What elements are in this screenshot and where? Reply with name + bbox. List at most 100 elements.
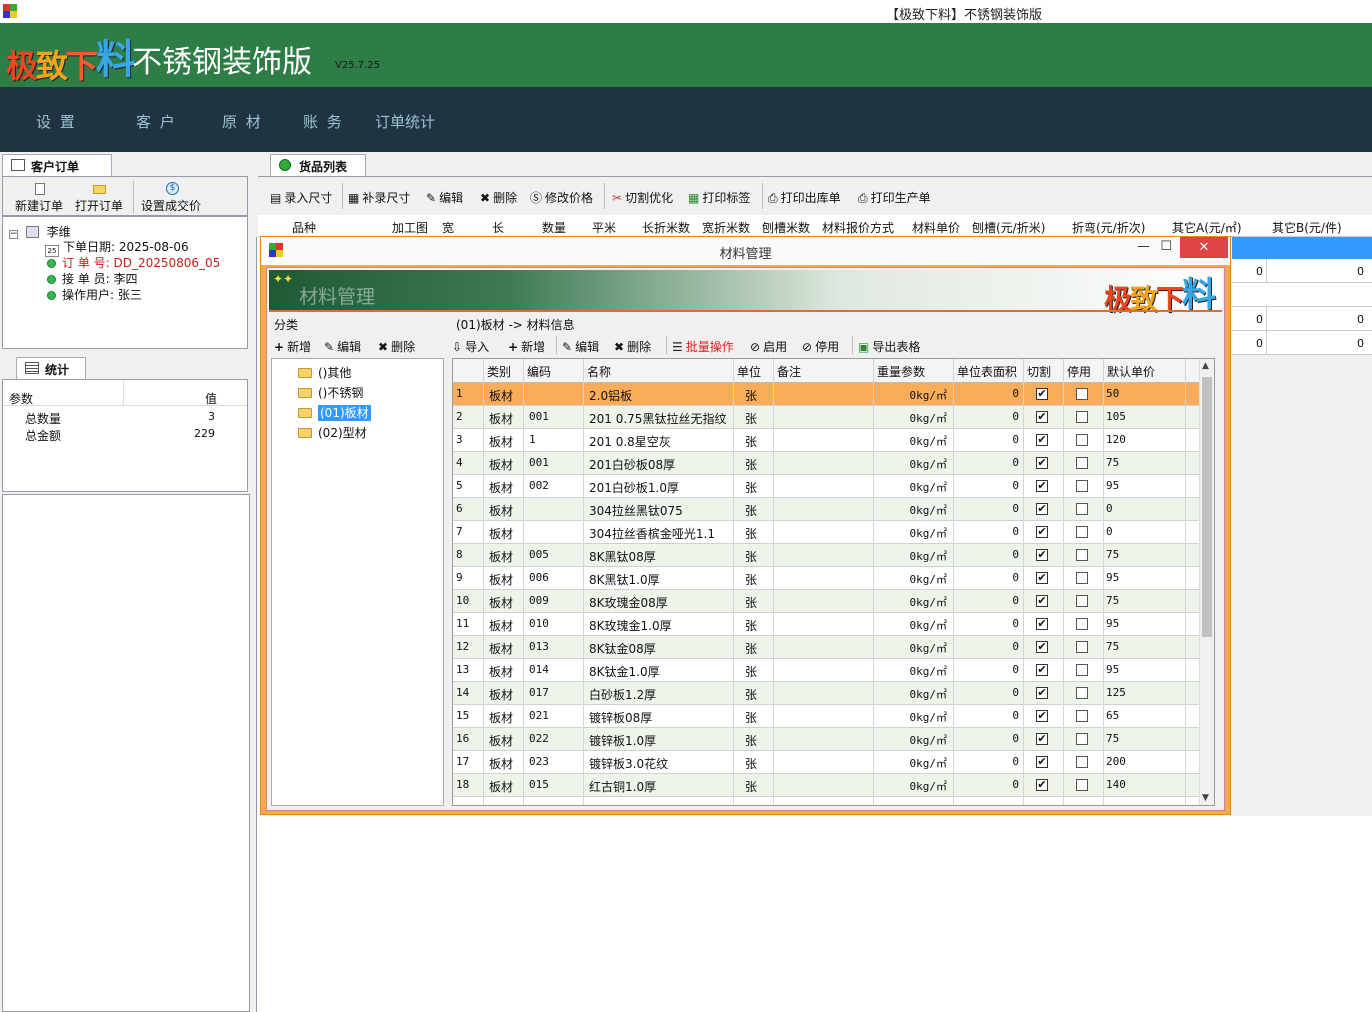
table-row[interactable]: 0 0 (1232, 259, 1372, 283)
cut-checkbox[interactable]: ✔ (1036, 710, 1048, 722)
category-item-sheet[interactable]: (01)板材 (296, 403, 373, 422)
supplement-size-button[interactable]: ▦ 补录尺寸 (348, 189, 410, 206)
cut-optimize-button[interactable]: ✂ 切割优化 (612, 189, 673, 206)
print-label-button[interactable]: ▦ 打印标签 (688, 189, 750, 206)
disable-checkbox[interactable] (1076, 756, 1088, 768)
new-order-button[interactable]: 新建订单 (15, 183, 63, 214)
export-table-button[interactable]: ▣ 导出表格 (858, 338, 920, 355)
print-outbound-button[interactable]: ⎙ 打印出库单 (768, 189, 841, 206)
table-row[interactable]: 4 板材 001 201白砂板08厚 张 0kg/㎡ 0 ✔ 75 (453, 452, 1201, 475)
delete-category-button[interactable]: ✖ 删除 (378, 338, 415, 355)
disable-checkbox[interactable] (1076, 733, 1088, 745)
disable-checkbox[interactable] (1076, 710, 1088, 722)
set-deal-price-button[interactable]: $ 设置成交价 (141, 182, 201, 214)
scroll-down-icon[interactable]: ▼ (1202, 793, 1209, 803)
close-button[interactable]: ✕ (1180, 237, 1228, 258)
cut-checkbox[interactable]: ✔ (1036, 756, 1048, 768)
delete-button[interactable]: ✖ 删除 (480, 189, 517, 206)
cut-checkbox[interactable]: ✔ (1036, 595, 1048, 607)
table-row[interactable]: 0 0 (1232, 331, 1372, 355)
print-production-button[interactable]: ⎙ 打印生产单 (858, 189, 931, 206)
table-row[interactable]: 0 0 (1232, 307, 1372, 331)
disable-checkbox[interactable] (1076, 526, 1088, 538)
cut-checkbox[interactable]: ✔ (1036, 457, 1048, 469)
tab-customer-orders[interactable]: 客户订单 (2, 154, 112, 176)
menu-accounts[interactable]: 账 务 (303, 111, 344, 132)
category-item-other[interactable]: ()其他 (296, 363, 353, 382)
scroll-thumb[interactable] (1202, 377, 1212, 637)
order-number[interactable]: 订 单 号: DD_20250806_05 (47, 254, 220, 271)
cut-checkbox[interactable]: ✔ (1036, 687, 1048, 699)
cut-checkbox[interactable]: ✔ (1036, 411, 1048, 423)
table-row[interactable]: 12 板材 013 8K钛金08厚 张 0kg/㎡ 0 ✔ 75 (453, 636, 1201, 659)
enter-size-button[interactable]: ▤ 录入尺寸 (270, 189, 332, 206)
grid-scrollbar[interactable]: ▲ ▼ (1199, 359, 1214, 805)
disable-checkbox[interactable] (1076, 687, 1088, 699)
cut-checkbox[interactable]: ✔ (1036, 503, 1048, 515)
category-item-profile[interactable]: (02)型材 (296, 423, 369, 442)
cut-checkbox[interactable]: ✔ (1036, 480, 1048, 492)
disable-checkbox[interactable] (1076, 388, 1088, 400)
menu-settings[interactable]: 设 置 (36, 111, 77, 132)
disable-checkbox[interactable] (1076, 618, 1088, 630)
edit-material-button[interactable]: ✎ 编辑 (562, 338, 599, 355)
table-row[interactable]: 13 板材 014 8K钛金1.0厚 张 0kg/㎡ 0 ✔ 95 (453, 659, 1201, 682)
table-row[interactable]: 16 板材 022 镀锌板1.0厚 张 0kg/㎡ 0 ✔ 75 (453, 728, 1201, 751)
table-row[interactable]: 6 板材 304拉丝黑钛075 张 0kg/㎡ 0 ✔ 0 (453, 498, 1201, 521)
table-row[interactable]: 11 板材 010 8K玫瑰金1.0厚 张 0kg/㎡ 0 ✔ 95 (453, 613, 1201, 636)
table-row[interactable]: 9 板材 006 8K黑钛1.0厚 张 0kg/㎡ 0 ✔ 95 (453, 567, 1201, 590)
edit-button[interactable]: ✎ 编辑 (426, 189, 463, 206)
cut-checkbox[interactable]: ✔ (1036, 779, 1048, 791)
import-button[interactable]: ⇩ 导入 (452, 338, 489, 355)
cut-checkbox[interactable]: ✔ (1036, 549, 1048, 561)
minimize-button[interactable]: — (1137, 239, 1150, 254)
disable-checkbox[interactable] (1076, 480, 1088, 492)
table-row[interactable]: 18 板材 015 红古铜1.0厚 张 0kg/㎡ 0 ✔ 140 (453, 774, 1201, 797)
disable-checkbox[interactable] (1076, 457, 1088, 469)
table-row[interactable]: 7 板材 304拉丝香槟金哑光1.1 张 0kg/㎡ 0 ✔ 0 (453, 521, 1201, 544)
disable-checkbox[interactable] (1076, 572, 1088, 584)
cut-checkbox[interactable]: ✔ (1036, 618, 1048, 630)
cut-checkbox[interactable]: ✔ (1036, 526, 1048, 538)
disable-checkbox[interactable] (1076, 549, 1088, 561)
menu-materials[interactable]: 原 材 (222, 111, 263, 132)
collapse-icon[interactable]: − (9, 230, 18, 239)
table-row[interactable]: 8 板材 005 8K黑钛08厚 张 0kg/㎡ 0 ✔ 75 (453, 544, 1201, 567)
scroll-up-icon[interactable]: ▲ (1202, 361, 1209, 371)
add-material-button[interactable]: + 新增 (508, 338, 545, 355)
table-row[interactable] (1232, 283, 1372, 307)
disable-checkbox[interactable] (1076, 411, 1088, 423)
table-row[interactable]: 1 板材 2.0铝板 张 0kg/㎡ 0 ✔ 50 (453, 383, 1201, 406)
disable-checkbox[interactable] (1076, 434, 1088, 446)
cut-checkbox[interactable]: ✔ (1036, 664, 1048, 676)
table-row[interactable]: 5 板材 002 201白砂板1.0厚 张 0kg/㎡ 0 ✔ 95 (453, 475, 1201, 498)
cut-checkbox[interactable]: ✔ (1036, 641, 1048, 653)
tab-goods-list[interactable]: 货品列表 (270, 154, 366, 176)
tab-stats[interactable]: 统计 (16, 357, 86, 379)
menu-order-stats[interactable]: 订单统计 (375, 111, 435, 132)
cut-checkbox[interactable]: ✔ (1036, 434, 1048, 446)
table-row[interactable]: 17 板材 023 镀锌板3.0花纹 张 0kg/㎡ 0 ✔ 200 (453, 751, 1201, 774)
disable-checkbox[interactable] (1076, 641, 1088, 653)
add-category-button[interactable]: + 新增 (274, 338, 311, 355)
cut-checkbox[interactable]: ✔ (1036, 388, 1048, 400)
menu-customers[interactable]: 客 户 (136, 111, 177, 132)
table-row[interactable]: 15 板材 021 镀锌板08厚 张 0kg/㎡ 0 ✔ 65 (453, 705, 1201, 728)
edit-category-button[interactable]: ✎ 编辑 (324, 338, 361, 355)
disable-checkbox[interactable] (1076, 779, 1088, 791)
disable-checkbox[interactable] (1076, 503, 1088, 515)
maximize-button[interactable]: ☐ (1160, 239, 1172, 254)
disable-button[interactable]: ⊘ 停用 (802, 338, 839, 355)
cut-checkbox[interactable]: ✔ (1036, 733, 1048, 745)
table-row[interactable]: 14 板材 017 白砂板1.2厚 张 0kg/㎡ 0 ✔ 125 (453, 682, 1201, 705)
enable-button[interactable]: ⊘ 启用 (750, 338, 787, 355)
modify-price-button[interactable]: Ⓢ 修改价格 (530, 189, 593, 206)
delete-material-button[interactable]: ✖ 删除 (614, 338, 651, 355)
open-order-button[interactable]: 打开订单 (75, 185, 123, 214)
batch-operation-button[interactable]: ☰ 批量操作 (672, 338, 734, 355)
disable-checkbox[interactable] (1076, 664, 1088, 676)
table-row[interactable]: 3 板材 1 201 0.8星空灰 张 0kg/㎡ 0 ✔ 120 (453, 429, 1201, 452)
cut-checkbox[interactable]: ✔ (1036, 572, 1048, 584)
table-row[interactable]: 2 板材 001 201 0.75黑钛拉丝无指纹 张 0kg/㎡ 0 ✔ 105 (453, 406, 1201, 429)
disable-checkbox[interactable] (1076, 595, 1088, 607)
